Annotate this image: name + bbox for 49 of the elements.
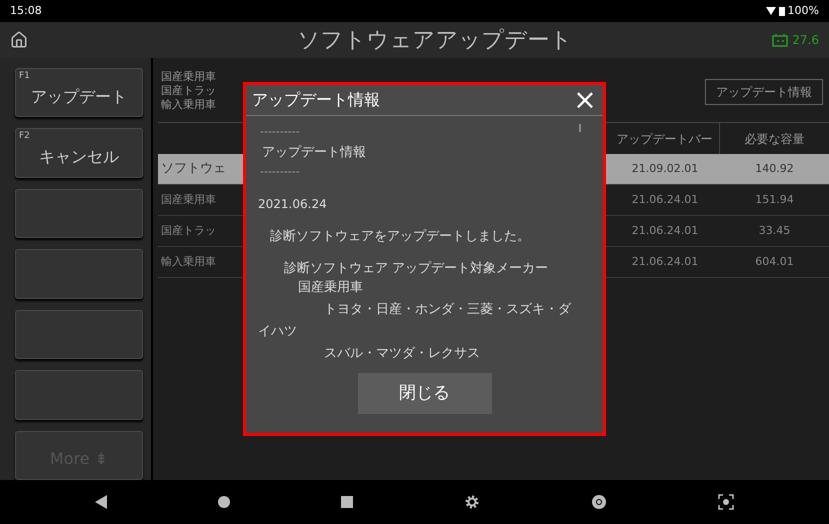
- close-button[interactable]: ×: [573, 87, 597, 113]
- function-button[interactable]: F1 アップデート: [15, 68, 143, 118]
- table-cell-text: 21.09.02.01: [630, 160, 700, 177]
- battery-icon: [778, 6, 785, 16]
- table-cell: ソフトウェ: [161, 161, 226, 176]
- screen-title: ソフトウェアアップデート: [298, 26, 573, 54]
- table-cell-text: 21.06.24.01: [630, 192, 700, 208]
- table-cell: 輸入乗用車: [161, 254, 216, 268]
- notes-text: スバル・マツダ・レクサス: [323, 345, 480, 363]
- settings-icon[interactable]: [464, 494, 480, 510]
- function-button[interactable]: F2 キャンセル: [15, 128, 143, 178]
- close-dialog-button[interactable]: 閉じる: [358, 373, 492, 414]
- battery-voltage-icon: [772, 33, 788, 47]
- table-cell: 国産乗用車: [161, 192, 216, 206]
- notes-text: トヨタ・日産・ホンダ・三菱・スズキ・ダ: [323, 301, 571, 319]
- recent-apps-icon[interactable]: [341, 496, 354, 508]
- vehicle-category-text: 国産乗用車: [161, 70, 216, 84]
- table-cell-text: 151.94: [754, 192, 795, 208]
- home-circle-icon[interactable]: [218, 496, 230, 508]
- key-label: F1: [19, 70, 30, 83]
- notes-text: 診断ソフトウェアをアップデートしました。: [269, 228, 530, 246]
- notes-heading: アップデート情報: [261, 144, 366, 162]
- table-cell-text: 140.92: [754, 160, 795, 177]
- browser-icon[interactable]: [590, 494, 607, 510]
- table-cell-text: 33.45: [758, 222, 792, 239]
- column-header: 必要な容量: [744, 130, 806, 148]
- vehicle-category-text: 輸入乗用車: [161, 98, 216, 112]
- back-icon[interactable]: [95, 495, 108, 509]
- update-info-button[interactable]: アップデート情報: [705, 79, 823, 105]
- clock: 15:08: [10, 2, 42, 19]
- dialog-title: アップデート情報: [252, 89, 380, 111]
- vehicle-category-text: 国産トラッ: [161, 84, 216, 98]
- screenshot-icon[interactable]: [718, 494, 734, 510]
- table-cell: 国産トラッ: [161, 224, 216, 237]
- table-cell-text: 604.01: [754, 254, 795, 270]
- home-icon[interactable]: [10, 31, 28, 49]
- dashed-rule: ----------: [259, 166, 300, 178]
- table-cell-text: 21.06.24.01: [630, 222, 700, 239]
- scrollbar-thumb: [579, 124, 581, 132]
- voltage-reading: 27.6: [792, 32, 819, 49]
- battery-level: 100%: [788, 2, 819, 19]
- notes-text: 診断ソフトウェア アップデート対象メーカー: [283, 260, 548, 278]
- wifi-icon: [766, 7, 776, 15]
- table-cell-text: 21.06.24.01: [630, 254, 700, 270]
- key-label: F2: [19, 130, 30, 144]
- notes-text: イハツ: [257, 323, 297, 341]
- dashed-rule: ----------: [259, 126, 300, 138]
- notes-text: 2021.06.24: [257, 196, 327, 212]
- notes-text: 国産乗用車: [297, 279, 363, 297]
